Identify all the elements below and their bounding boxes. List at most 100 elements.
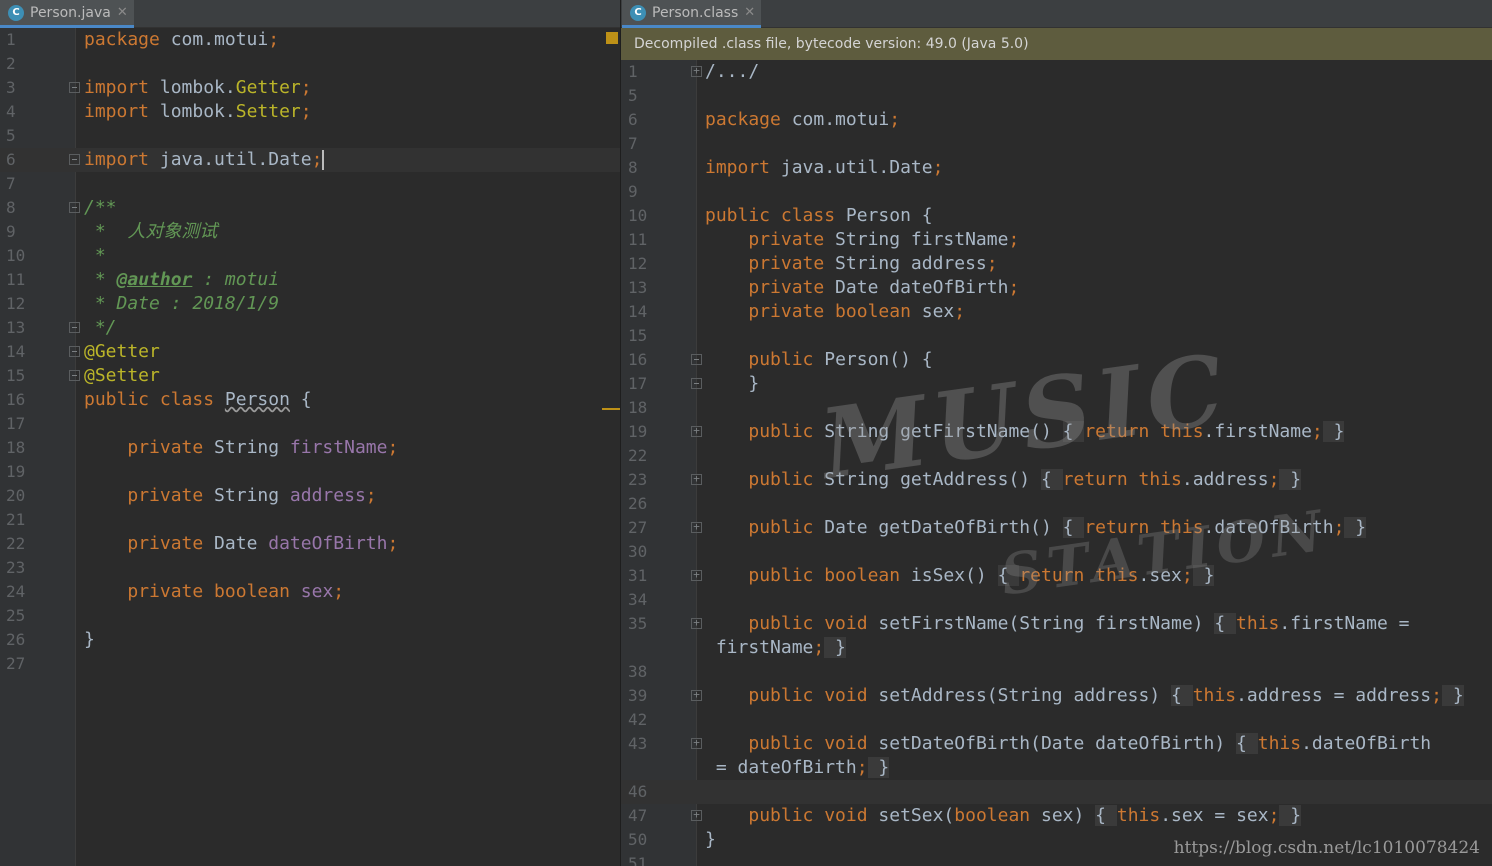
code-line[interactable]: 17	[0, 412, 620, 436]
code-line[interactable]: 21	[0, 508, 620, 532]
line-number: 51	[628, 854, 648, 866]
code-text: = dateOfBirth; }	[705, 757, 890, 778]
code-line[interactable]: 23	[0, 556, 620, 580]
code-editor-left[interactable]: 1 package com.motui; 2 3 import lombok.Gette…	[0, 28, 620, 866]
fold-expand-icon[interactable]	[691, 66, 702, 77]
line-number: 4	[6, 102, 16, 121]
warning-marker[interactable]	[606, 32, 618, 44]
code-line[interactable]: 23 public String getAddress() { return t…	[621, 468, 1492, 492]
code-text: private boolean sex;	[748, 301, 966, 322]
fold-collapse-icon[interactable]	[691, 378, 702, 389]
close-icon[interactable]: ✕	[744, 5, 755, 20]
code-line[interactable]: 6 package com.motui;	[621, 108, 1492, 132]
code-line[interactable]: 19	[0, 460, 620, 484]
code-line[interactable]: 8 import java.util.Date;	[621, 156, 1492, 180]
tab-bar-right: C Person.class ✕	[621, 0, 1492, 28]
code-line[interactable]: 8 /**	[0, 196, 620, 220]
code-line[interactable]: 25	[0, 604, 620, 628]
fold-collapse-icon[interactable]	[69, 346, 80, 357]
code-line[interactable]: 46	[621, 780, 1492, 804]
code-line[interactable]: 13 private Date dateOfBirth;	[621, 276, 1492, 300]
code-line[interactable]: 15	[621, 324, 1492, 348]
line-number: 18	[6, 438, 26, 457]
code-text: private boolean sex;	[127, 581, 345, 602]
fold-expand-icon[interactable]	[691, 810, 702, 821]
code-line[interactable]: 5	[621, 84, 1492, 108]
code-text: private String firstName;	[748, 229, 1020, 250]
code-line[interactable]: 20 private String address;	[0, 484, 620, 508]
code-line[interactable]: 38	[621, 660, 1492, 684]
code-line[interactable]: 35 public void setFirstName(String first…	[621, 612, 1492, 636]
code-line[interactable]: 13 */	[0, 316, 620, 340]
fold-collapse-icon[interactable]	[691, 354, 702, 365]
fold-collapse-icon[interactable]	[69, 82, 80, 93]
code-line[interactable]: 10 *	[0, 244, 620, 268]
line-number: 3	[6, 78, 16, 97]
code-line[interactable]: 24 private boolean sex;	[0, 580, 620, 604]
fold-collapse-icon[interactable]	[69, 202, 80, 213]
code-line[interactable]: 12 * Date : 2018/1/9	[0, 292, 620, 316]
line-number: 34	[628, 590, 648, 609]
code-line[interactable]: 9	[621, 180, 1492, 204]
code-text: import lombok.Getter;	[84, 77, 312, 98]
code-line[interactable]: 26}	[0, 628, 620, 652]
code-line[interactable]: 16 public class Person {	[0, 388, 620, 412]
code-line[interactable]: 42	[621, 708, 1492, 732]
code-line[interactable]: 15 @Setter	[0, 364, 620, 388]
code-line[interactable]: 14 private boolean sex;	[621, 300, 1492, 324]
fold-expand-icon[interactable]	[691, 690, 702, 701]
code-line[interactable]: 47 public void setSex(boolean sex) { thi…	[621, 804, 1492, 828]
line-number: 50	[628, 830, 648, 849]
fold-expand-icon[interactable]	[691, 474, 702, 485]
code-line[interactable]: 5	[0, 124, 620, 148]
fold-expand-icon[interactable]	[691, 618, 702, 629]
code-line[interactable]: 11 private String firstName;	[621, 228, 1492, 252]
code-line[interactable]: 6 import java.util.Date;	[0, 148, 620, 172]
code-text: /.../	[705, 61, 760, 82]
code-line[interactable]: 22 private Date dateOfBirth;	[0, 532, 620, 556]
line-number: 15	[6, 366, 26, 385]
code-line[interactable]: 1 /.../	[621, 60, 1492, 84]
code-line[interactable]: 43 public void setDateOfBirth(Date dateO…	[621, 732, 1492, 756]
tab-person-class[interactable]: C Person.class ✕	[622, 0, 762, 28]
line-number: 10	[628, 206, 648, 225]
code-line[interactable]: 2	[0, 52, 620, 76]
code-line[interactable]: 39 public void setAddress(String address…	[621, 684, 1492, 708]
line-number: 2	[6, 54, 16, 73]
tab-person-java[interactable]: C Person.java ✕	[0, 0, 134, 28]
fold-expand-icon[interactable]	[691, 522, 702, 533]
fold-collapse-icon[interactable]	[69, 322, 80, 333]
code-line[interactable]: 27	[0, 652, 620, 676]
fold-collapse-icon[interactable]	[69, 370, 80, 381]
code-line[interactable]: 3 import lombok.Getter;	[0, 76, 620, 100]
fold-expand-icon[interactable]	[691, 570, 702, 581]
code-line[interactable]: 14 @Getter	[0, 340, 620, 364]
code-line[interactable]: 7	[0, 172, 620, 196]
code-line[interactable]: firstName; }	[621, 636, 1492, 660]
code-text: import java.util.Date;	[84, 149, 325, 170]
code-line[interactable]: 4 import lombok.Setter;	[0, 100, 620, 124]
fold-expand-icon[interactable]	[691, 426, 702, 437]
code-line[interactable]: 11 * @author : motui	[0, 268, 620, 292]
line-number: 9	[628, 182, 638, 201]
code-line[interactable]: = dateOfBirth; }	[621, 756, 1492, 780]
code-line[interactable]: 1 package com.motui;	[0, 28, 620, 52]
line-number: 16	[628, 350, 648, 369]
line-number: 7	[628, 134, 638, 153]
code-text: package com.motui;	[84, 29, 280, 50]
error-stripe-mark[interactable]	[602, 408, 620, 410]
code-text: @Getter	[84, 341, 160, 362]
code-line[interactable]: 26	[621, 492, 1492, 516]
code-line[interactable]: 12 private String address;	[621, 252, 1492, 276]
code-line[interactable]: 9 * 人对象测试	[0, 220, 620, 244]
line-number: 12	[628, 254, 648, 273]
fold-expand-icon[interactable]	[691, 738, 702, 749]
code-line[interactable]: 18 private String firstName;	[0, 436, 620, 460]
line-number: 17	[6, 414, 26, 433]
code-line[interactable]: 10 public class Person {	[621, 204, 1492, 228]
code-line[interactable]: 7	[621, 132, 1492, 156]
fold-collapse-icon[interactable]	[69, 154, 80, 165]
line-number: 6	[628, 110, 638, 129]
close-icon[interactable]: ✕	[117, 5, 128, 20]
line-number: 31	[628, 566, 648, 585]
